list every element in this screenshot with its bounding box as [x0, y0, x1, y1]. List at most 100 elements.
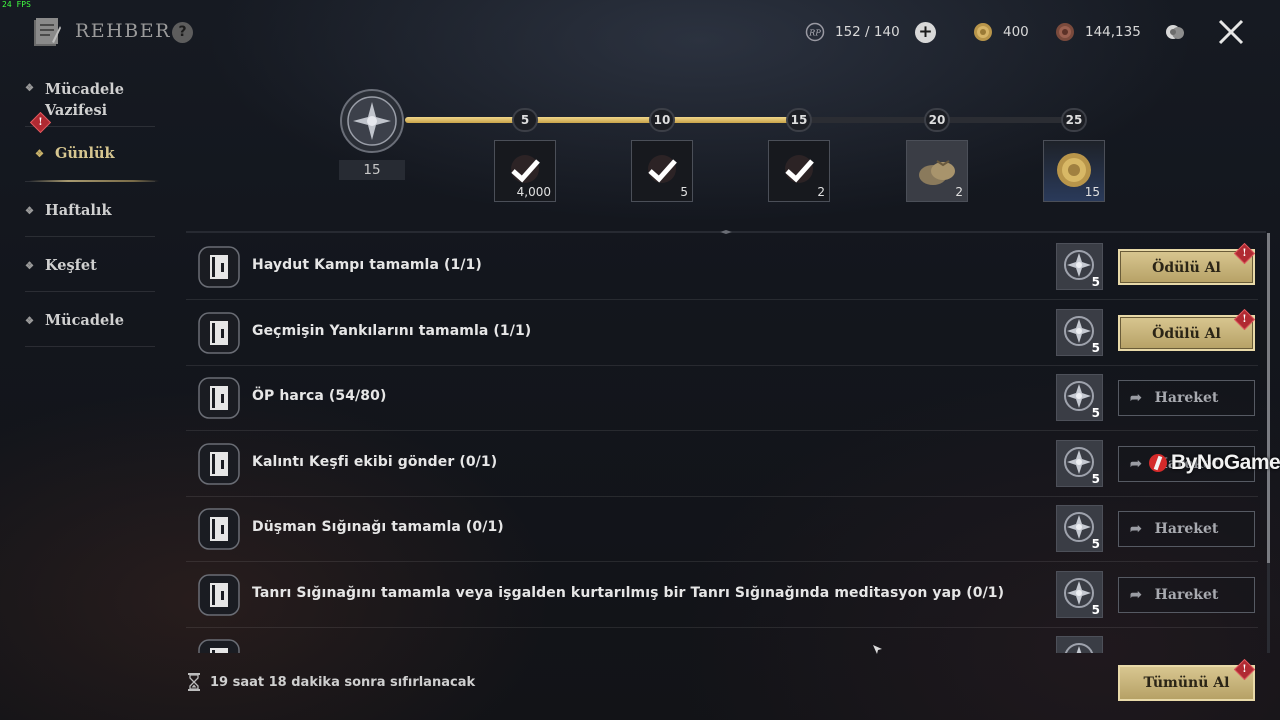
milestone-reward[interactable]: 4,000: [494, 140, 556, 202]
sidebar: ❖ Mücadele Vazifesi ! ❖ Günlük ❖ Haftalı…: [25, 70, 159, 347]
button-label: Hareket: [1154, 586, 1219, 603]
milestone-reward[interactable]: 15: [1043, 140, 1105, 202]
currency-toggle-icon[interactable]: [1164, 22, 1186, 42]
reward-count: 15: [1084, 185, 1100, 199]
sidebar-item-challenge[interactable]: ❖ Mücadele: [25, 292, 155, 347]
watermark-text: ByNoGame: [1171, 451, 1280, 474]
milestone-reward[interactable]: 2: [906, 140, 968, 202]
sidebar-item-label: Mücadele: [45, 81, 124, 98]
alert-badge: !: [1233, 308, 1256, 330]
diamond-icon: ❖: [25, 83, 34, 94]
current-points: 15: [339, 160, 405, 180]
rp-value: 152 / 140: [835, 24, 900, 40]
task-row: [186, 628, 1258, 653]
milestone-reward[interactable]: 2: [768, 140, 830, 202]
diamond-icon: ❖: [25, 261, 34, 272]
quest-book-icon: [198, 639, 240, 653]
task-reward: 5: [1056, 570, 1103, 618]
task-scrollbar[interactable]: [1267, 233, 1270, 653]
button-label: Hareket: [1154, 390, 1219, 406]
quest-book-icon: [198, 246, 240, 288]
share-arrow-icon: ➦: [1130, 455, 1142, 472]
guide-book-icon: [34, 18, 61, 46]
task-row: Kalıntı Keşfi ekibi gönder (0/1) 5 ➦ Hareke…: [186, 432, 1258, 497]
task-reward: 5: [1056, 439, 1103, 487]
reward-count: 5: [680, 185, 688, 199]
watermark-logo-icon: [1149, 454, 1167, 472]
copper-resource: 144,135: [1055, 22, 1141, 42]
copper-value: 144,135: [1085, 24, 1141, 40]
milestone-reward[interactable]: 5: [631, 140, 693, 202]
milestone-marker: 25: [1061, 108, 1087, 132]
task-reward: 5: [1056, 505, 1103, 552]
help-icon[interactable]: ?: [172, 22, 193, 43]
task-label: Haydut Kampı tamamla (1/1): [252, 257, 482, 273]
button-label: Ödülü Al: [1152, 325, 1221, 342]
milestone-marker: 10: [649, 108, 675, 132]
sidebar-item-label: Günlük: [55, 145, 115, 162]
claim-all-button[interactable]: Tümünü Al !: [1118, 658, 1256, 701]
milestone-marker: 15: [786, 108, 812, 132]
sidebar-item-weekly[interactable]: ❖ Haftalık: [25, 182, 155, 237]
sidebar-item-label: Haftalık: [45, 202, 112, 219]
claim-reward-button[interactable]: Ödülü Al!: [1118, 308, 1256, 351]
share-arrow-icon: ➦: [1130, 521, 1142, 537]
task-reward: 5: [1056, 374, 1103, 421]
page-title: REHBER: [75, 20, 171, 42]
share-arrow-icon: ➦: [1130, 390, 1142, 406]
sidebar-item-daily[interactable]: ! ❖ Günlük: [25, 111, 159, 182]
quest-book-icon: [198, 442, 240, 485]
share-arrow-icon: ➦: [1130, 586, 1142, 603]
milestone-marker: 5: [512, 108, 538, 132]
task-row: Geçmişin Yankılarını tamamla (1/1) 5 Ödülü…: [186, 301, 1258, 366]
task-label: Kalıntı Keşfi ekibi gönder (0/1): [252, 453, 498, 470]
reward-count: 5: [1091, 275, 1100, 289]
mouse-cursor-icon: [873, 645, 882, 654]
milestone-marker: 20: [924, 108, 950, 132]
reward-count: 5: [1091, 406, 1100, 420]
task-list: Haydut Kampı tamamla (1/1) 5 Ödülü Al! Geçm…: [186, 235, 1258, 653]
diamond-icon: ❖: [35, 149, 44, 160]
diamond-icon: ❖: [25, 316, 34, 327]
quest-point-icon: [1064, 643, 1094, 653]
go-button[interactable]: ➦ Hareket: [1118, 576, 1255, 613]
quest-book-icon: [198, 508, 240, 550]
close-icon[interactable]: [1217, 18, 1245, 46]
reward-count: 5: [1091, 340, 1100, 355]
go-button[interactable]: ➦ Hareket: [1118, 380, 1255, 416]
daily-emblem-icon: [340, 89, 404, 153]
rp-icon: RP: [805, 22, 825, 42]
reward-count: 4,000: [516, 185, 551, 199]
button-label: Hareket: [1154, 521, 1219, 537]
gold-coin-icon: [974, 23, 992, 41]
section-divider: [186, 230, 1266, 234]
reward-count: 5: [1091, 537, 1100, 551]
task-row: Düşman Sığınağı tamamla (0/1) 5 ➦ Hareket: [186, 497, 1258, 562]
reset-timer: 19 saat 18 dakika sonra sıfırlanacak: [210, 675, 476, 690]
task-label: Düşman Sığınağı tamamla (0/1): [252, 519, 504, 535]
gold-value: 400: [1003, 24, 1029, 40]
scrollbar-thumb[interactable]: [1267, 233, 1270, 563]
add-rp-button[interactable]: +: [915, 22, 936, 43]
sidebar-item-label: Keşfet: [45, 257, 97, 274]
gold-resource: 400: [973, 22, 1029, 42]
sidebar-item-label: Vazifesi: [45, 102, 108, 119]
reward-count: 2: [955, 185, 963, 199]
copper-coin-icon: [1056, 23, 1074, 41]
task-row: Haydut Kampı tamamla (1/1) 5 Ödülü Al!: [186, 235, 1258, 300]
alert-badge: !: [1233, 658, 1256, 681]
claim-all-label: Tümünü Al: [1143, 675, 1230, 691]
alert-badge: !: [1233, 242, 1256, 265]
go-button[interactable]: ➦ Hareket: [1118, 511, 1255, 547]
task-label: Tanrı Sığınağını tamamla veya işgalden k…: [252, 584, 1005, 601]
task-reward: 5: [1056, 243, 1103, 290]
watermark: ByNoGame: [1148, 451, 1280, 475]
claim-reward-button[interactable]: Ödülü Al!: [1118, 242, 1256, 285]
quest-book-icon: [198, 377, 240, 419]
task-reward: [1056, 636, 1103, 653]
rp-resource: RP 152 / 140: [805, 22, 900, 42]
diamond-icon: ❖: [25, 206, 34, 217]
sidebar-item-explore[interactable]: ❖ Keşfet: [25, 237, 155, 292]
svg-text:RP: RP: [808, 29, 821, 38]
task-row: Tanrı Sığınağını tamamla veya işgalden k…: [186, 563, 1258, 628]
